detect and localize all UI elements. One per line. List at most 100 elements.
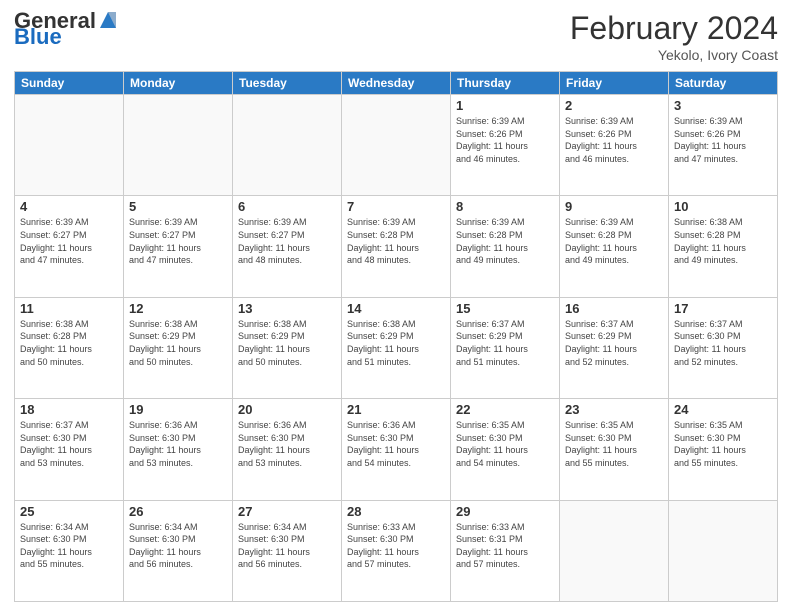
day-info: Sunrise: 6:39 AM Sunset: 6:27 PM Dayligh… [238,216,336,266]
calendar-cell: 4 Sunrise: 6:39 AM Sunset: 6:27 PM Daylig… [15,196,124,297]
day-info: Sunrise: 6:36 AM Sunset: 6:30 PM Dayligh… [129,419,227,469]
day-info: Sunrise: 6:36 AM Sunset: 6:30 PM Dayligh… [238,419,336,469]
calendar-cell: 19 Sunrise: 6:36 AM Sunset: 6:30 PM Dayli… [124,399,233,500]
day-number: 16 [565,301,663,316]
calendar-cell: 25 Sunrise: 6:34 AM Sunset: 6:30 PM Dayli… [15,500,124,601]
day-number: 14 [347,301,445,316]
day-number: 9 [565,199,663,214]
day-info: Sunrise: 6:39 AM Sunset: 6:27 PM Dayligh… [20,216,118,266]
calendar-cell: 27 Sunrise: 6:34 AM Sunset: 6:30 PM Dayli… [233,500,342,601]
day-number: 4 [20,199,118,214]
day-info: Sunrise: 6:35 AM Sunset: 6:30 PM Dayligh… [565,419,663,469]
header: General Blue February 2024 Yekolo, Ivory… [14,10,778,63]
day-info: Sunrise: 6:36 AM Sunset: 6:30 PM Dayligh… [347,419,445,469]
day-number: 11 [20,301,118,316]
calendar-cell [15,95,124,196]
day-number: 24 [674,402,772,417]
day-number: 13 [238,301,336,316]
day-number: 5 [129,199,227,214]
calendar-cell: 8 Sunrise: 6:39 AM Sunset: 6:28 PM Daylig… [451,196,560,297]
day-number: 10 [674,199,772,214]
day-number: 20 [238,402,336,417]
calendar-cell: 15 Sunrise: 6:37 AM Sunset: 6:29 PM Dayli… [451,297,560,398]
day-number: 26 [129,504,227,519]
calendar-week-4: 18 Sunrise: 6:37 AM Sunset: 6:30 PM Dayli… [15,399,778,500]
day-info: Sunrise: 6:39 AM Sunset: 6:28 PM Dayligh… [565,216,663,266]
calendar-cell: 6 Sunrise: 6:39 AM Sunset: 6:27 PM Daylig… [233,196,342,297]
day-number: 29 [456,504,554,519]
calendar-cell: 1 Sunrise: 6:39 AM Sunset: 6:26 PM Daylig… [451,95,560,196]
weekday-header-wednesday: Wednesday [342,72,451,95]
day-number: 7 [347,199,445,214]
day-info: Sunrise: 6:38 AM Sunset: 6:29 PM Dayligh… [129,318,227,368]
weekday-header-row: SundayMondayTuesdayWednesdayThursdayFrid… [15,72,778,95]
logo-blue: Blue [14,26,62,48]
calendar-week-1: 1 Sunrise: 6:39 AM Sunset: 6:26 PM Daylig… [15,95,778,196]
day-number: 3 [674,98,772,113]
calendar-cell [669,500,778,601]
day-info: Sunrise: 6:39 AM Sunset: 6:28 PM Dayligh… [456,216,554,266]
calendar-cell: 2Sunrise: 6:39 AM Sunset: 6:26 PM Daylig… [560,95,669,196]
logo-icon [98,10,118,30]
calendar-cell: 10 Sunrise: 6:38 AM Sunset: 6:28 PM Dayli… [669,196,778,297]
day-number: 17 [674,301,772,316]
day-number: 25 [20,504,118,519]
day-info: Sunrise: 6:33 AM Sunset: 6:30 PM Dayligh… [347,521,445,571]
location: Yekolo, Ivory Coast [570,47,778,63]
day-info: Sunrise: 6:37 AM Sunset: 6:30 PM Dayligh… [20,419,118,469]
calendar-cell: 23 Sunrise: 6:35 AM Sunset: 6:30 PM Dayli… [560,399,669,500]
header-right: February 2024 Yekolo, Ivory Coast [570,10,778,63]
day-info: Sunrise: 6:34 AM Sunset: 6:30 PM Dayligh… [129,521,227,571]
day-info: Sunrise: 6:37 AM Sunset: 6:29 PM Dayligh… [456,318,554,368]
weekday-header-friday: Friday [560,72,669,95]
day-info: Sunrise: 6:33 AM Sunset: 6:31 PM Dayligh… [456,521,554,571]
calendar-cell: 24 Sunrise: 6:35 AM Sunset: 6:30 PM Dayli… [669,399,778,500]
calendar-cell [233,95,342,196]
weekday-header-sunday: Sunday [15,72,124,95]
calendar-cell: 13 Sunrise: 6:38 AM Sunset: 6:29 PM Dayli… [233,297,342,398]
calendar-cell [560,500,669,601]
calendar-week-2: 4 Sunrise: 6:39 AM Sunset: 6:27 PM Daylig… [15,196,778,297]
calendar-cell: 7 Sunrise: 6:39 AM Sunset: 6:28 PM Daylig… [342,196,451,297]
calendar-cell: 11 Sunrise: 6:38 AM Sunset: 6:28 PM Dayli… [15,297,124,398]
calendar-cell: 3 Sunrise: 6:39 AM Sunset: 6:26 PM Daylig… [669,95,778,196]
day-number: 22 [456,402,554,417]
day-info: Sunrise: 6:38 AM Sunset: 6:28 PM Dayligh… [20,318,118,368]
day-info: Sunrise: 6:39 AM Sunset: 6:28 PM Dayligh… [347,216,445,266]
day-info: Sunrise: 6:34 AM Sunset: 6:30 PM Dayligh… [238,521,336,571]
calendar-week-5: 25 Sunrise: 6:34 AM Sunset: 6:30 PM Dayli… [15,500,778,601]
day-info: Sunrise: 6:38 AM Sunset: 6:28 PM Dayligh… [674,216,772,266]
day-number: 18 [20,402,118,417]
day-info: Sunrise: 6:34 AM Sunset: 6:30 PM Dayligh… [20,521,118,571]
calendar-cell: 16 Sunrise: 6:37 AM Sunset: 6:29 PM Dayli… [560,297,669,398]
day-number: 19 [129,402,227,417]
calendar-cell: 21Sunrise: 6:36 AM Sunset: 6:30 PM Dayli… [342,399,451,500]
day-info: Sunrise: 6:37 AM Sunset: 6:29 PM Dayligh… [565,318,663,368]
day-number: 15 [456,301,554,316]
day-number: 27 [238,504,336,519]
day-number: 23 [565,402,663,417]
day-info: Sunrise: 6:39 AM Sunset: 6:26 PM Dayligh… [565,115,663,165]
day-info: Sunrise: 6:37 AM Sunset: 6:30 PM Dayligh… [674,318,772,368]
day-info: Sunrise: 6:35 AM Sunset: 6:30 PM Dayligh… [674,419,772,469]
day-info: Sunrise: 6:39 AM Sunset: 6:26 PM Dayligh… [674,115,772,165]
calendar-cell: 12 Sunrise: 6:38 AM Sunset: 6:29 PM Dayli… [124,297,233,398]
day-number: 28 [347,504,445,519]
calendar-cell: 9 Sunrise: 6:39 AM Sunset: 6:28 PM Daylig… [560,196,669,297]
day-info: Sunrise: 6:39 AM Sunset: 6:26 PM Dayligh… [456,115,554,165]
day-number: 12 [129,301,227,316]
logo: General Blue [14,10,118,48]
calendar-cell: 29 Sunrise: 6:33 AM Sunset: 6:31 PM Dayli… [451,500,560,601]
calendar-cell [124,95,233,196]
calendar: SundayMondayTuesdayWednesdayThursdayFrid… [14,71,778,602]
calendar-cell: 28 Sunrise: 6:33 AM Sunset: 6:30 PM Dayli… [342,500,451,601]
calendar-cell: 18 Sunrise: 6:37 AM Sunset: 6:30 PM Dayli… [15,399,124,500]
day-number: 6 [238,199,336,214]
weekday-header-saturday: Saturday [669,72,778,95]
page: General Blue February 2024 Yekolo, Ivory… [0,0,792,612]
day-info: Sunrise: 6:38 AM Sunset: 6:29 PM Dayligh… [238,318,336,368]
weekday-header-tuesday: Tuesday [233,72,342,95]
day-number: 8 [456,199,554,214]
day-number: 1 [456,98,554,113]
weekday-header-monday: Monday [124,72,233,95]
